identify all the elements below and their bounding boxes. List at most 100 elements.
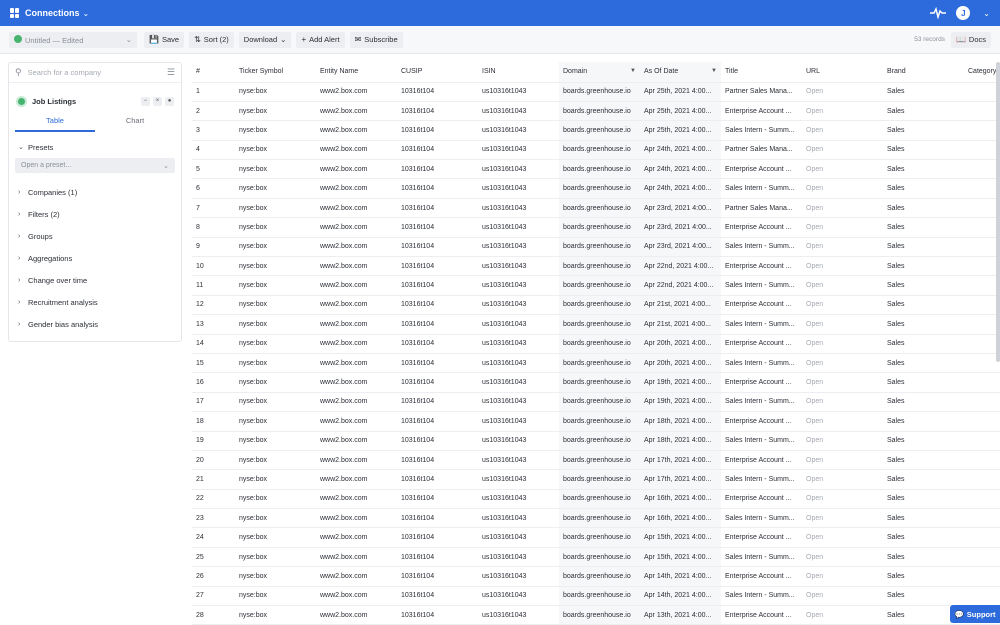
section-recruitment-analysis[interactable]: › Recruitment analysis xyxy=(9,291,181,313)
section-filters[interactable]: › Filters (2) xyxy=(9,203,181,225)
url-link[interactable]: Open xyxy=(802,159,883,180)
table-row[interactable]: 12 nyse:box www2.box.com 10316t104 us10316t1… xyxy=(192,295,1000,316)
table-row[interactable]: 3 nyse:box www2.box.com 10316t104 us10316t10… xyxy=(192,120,1000,141)
table-row[interactable]: 6 nyse:box www2.box.com 10316t104 us10316t10… xyxy=(192,178,1000,199)
preset-select[interactable]: Open a preset... ⌄ xyxy=(15,158,175,173)
url-link[interactable]: Open xyxy=(802,275,883,296)
table-row[interactable]: 20 nyse:box www2.box.com 10316t104 us10316t1… xyxy=(192,450,1000,471)
url-link[interactable]: Open xyxy=(802,586,883,607)
table-row[interactable]: 22 nyse:box www2.box.com 10316t104 us10316t1… xyxy=(192,489,1000,510)
url-link[interactable]: Open xyxy=(802,566,883,587)
column-header[interactable]: ISIN xyxy=(478,62,559,83)
activity-pulse-icon[interactable] xyxy=(930,7,947,19)
table-row[interactable]: 9 nyse:box www2.box.com 10316t104 us10316t10… xyxy=(192,237,1000,258)
table-row[interactable]: 7 nyse:box www2.box.com 10316t104 us10316t10… xyxy=(192,198,1000,219)
url-link[interactable]: Open xyxy=(802,527,883,548)
column-header-domain[interactable]: Domain ▼ xyxy=(559,62,640,83)
table-row[interactable]: 11 nyse:box www2.box.com 10316t104 us10316t1… xyxy=(192,275,1000,296)
tab-table[interactable]: Table xyxy=(15,112,95,132)
document-selector[interactable]: Untitled — Edited ⌄ xyxy=(9,31,137,48)
sort-button[interactable]: ⇅ Sort (2) xyxy=(189,31,234,48)
table-row[interactable]: 1 nyse:box www2.box.com 10316t104 us10316t10… xyxy=(192,82,1000,102)
url-link[interactable]: Open xyxy=(802,198,883,219)
url-link[interactable]: Open xyxy=(802,508,883,529)
url-link[interactable]: Open xyxy=(802,450,883,471)
url-link[interactable]: Open xyxy=(802,140,883,161)
url-link[interactable]: Open xyxy=(802,372,883,393)
docs-button[interactable]: 📖 Docs xyxy=(950,31,991,48)
table-row[interactable]: 27 nyse:box www2.box.com 10316t104 us10316t1… xyxy=(192,586,1000,607)
url-link[interactable]: Open xyxy=(802,178,883,199)
url-link[interactable]: Open xyxy=(802,295,883,316)
url-link[interactable]: Open xyxy=(802,547,883,568)
column-header[interactable]: # xyxy=(192,62,235,83)
category-cell xyxy=(964,392,1000,413)
url-link[interactable]: Open xyxy=(802,392,883,413)
url-link[interactable]: Open xyxy=(802,237,883,258)
url-link[interactable]: Open xyxy=(802,256,883,277)
url-link[interactable]: Open xyxy=(802,217,883,238)
column-header[interactable]: URL xyxy=(802,62,883,83)
table-row[interactable]: 15 nyse:box www2.box.com 10316t104 us10316t1… xyxy=(192,353,1000,374)
table-row[interactable]: 10 nyse:box www2.box.com 10316t104 us10316t1… xyxy=(192,256,1000,277)
support-button[interactable]: 💬 Support xyxy=(950,605,1000,623)
table-row[interactable]: 5 nyse:box www2.box.com 10316t104 us10316t10… xyxy=(192,159,1000,180)
table-row[interactable]: 14 nyse:box www2.box.com 10316t104 us10316t1… xyxy=(192,334,1000,354)
more-icon[interactable]: ● xyxy=(165,96,174,106)
section-groups[interactable]: › Groups xyxy=(9,225,181,247)
url-link[interactable]: Open xyxy=(802,82,883,102)
subscribe-button[interactable]: ✉ Subscribe xyxy=(349,31,403,48)
column-header[interactable]: Ticker Symbol xyxy=(235,62,316,83)
table-row[interactable]: 23 nyse:box www2.box.com 10316t104 us10316t1… xyxy=(192,508,1000,529)
section-gender-bias-analysis[interactable]: › Gender bias analysis xyxy=(9,313,181,335)
user-avatar[interactable]: J xyxy=(956,6,971,20)
tab-chart[interactable]: Chart xyxy=(95,112,175,132)
table-row[interactable]: 13 nyse:box www2.box.com 10316t104 us10316t1… xyxy=(192,314,1000,335)
table-row[interactable]: 26 nyse:box www2.box.com 10316t104 us10316t1… xyxy=(192,566,1000,587)
close-icon[interactable]: × xyxy=(153,96,162,106)
chevron-down-icon[interactable]: ⌄ xyxy=(83,9,90,18)
save-button[interactable]: 💾 Save xyxy=(144,31,185,48)
column-header[interactable]: Category xyxy=(964,62,1000,83)
column-header[interactable]: CUSIP xyxy=(397,62,478,83)
download-button[interactable]: Download ⌄ xyxy=(238,31,292,48)
url-link[interactable]: Open xyxy=(802,489,883,510)
url-link[interactable]: Open xyxy=(802,605,883,625)
table-row[interactable]: 24 nyse:box www2.box.com 10316t104 us10316t1… xyxy=(192,527,1000,548)
app-grid-icon[interactable] xyxy=(10,8,20,18)
url-link[interactable]: Open xyxy=(802,411,883,432)
table-row[interactable]: 4 nyse:box www2.box.com 10316t104 us10316t10… xyxy=(192,140,1000,161)
company-search[interactable]: ⚲ Search for a company ☰ xyxy=(9,63,181,83)
section-companies[interactable]: › Companies (1) xyxy=(9,181,181,203)
column-header-as-of-date[interactable]: As Of Date ▼ xyxy=(640,62,721,83)
app-title[interactable]: Connections xyxy=(25,8,80,18)
table-row[interactable]: 18 nyse:box www2.box.com 10316t104 us10316t1… xyxy=(192,411,1000,432)
vertical-scrollbar[interactable] xyxy=(996,62,1000,362)
table-row[interactable]: 25 nyse:box www2.box.com 10316t104 us10316t1… xyxy=(192,547,1000,568)
table-row[interactable]: 17 nyse:box www2.box.com 10316t104 us10316t1… xyxy=(192,392,1000,413)
url-link[interactable]: Open xyxy=(802,469,883,490)
add-alert-button[interactable]: + Add Alert xyxy=(296,31,345,48)
url-link[interactable]: Open xyxy=(802,120,883,141)
menu-icon[interactable]: ☰ xyxy=(167,67,175,78)
table-row[interactable]: 28 nyse:box www2.box.com 10316t104 us10316t1… xyxy=(192,605,1000,625)
section-aggregations[interactable]: › Aggregations xyxy=(9,247,181,269)
column-header[interactable]: Entity Name xyxy=(316,62,397,83)
url-link[interactable]: Open xyxy=(802,314,883,335)
section-change-over-time[interactable]: › Change over time xyxy=(9,269,181,291)
url-link[interactable]: Open xyxy=(802,431,883,451)
url-link[interactable]: Open xyxy=(802,334,883,354)
column-header[interactable]: Title xyxy=(721,62,802,83)
table-row[interactable]: 2 nyse:box www2.box.com 10316t104 us10316t10… xyxy=(192,101,1000,122)
table-row[interactable]: 21 nyse:box www2.box.com 10316t104 us10316t1… xyxy=(192,469,1000,490)
search-input[interactable]: Search for a company xyxy=(28,68,101,77)
table-row[interactable]: 8 nyse:box www2.box.com 10316t104 us10316t10… xyxy=(192,217,1000,238)
table-row[interactable]: 16 nyse:box www2.box.com 10316t104 us10316t1… xyxy=(192,372,1000,393)
url-link[interactable]: Open xyxy=(802,101,883,122)
avatar-chevron-icon[interactable]: ⌄ xyxy=(983,9,990,18)
minimize-icon[interactable]: − xyxy=(141,96,150,106)
table-row[interactable]: 19 nyse:box www2.box.com 10316t104 us10316t1… xyxy=(192,431,1000,451)
url-link[interactable]: Open xyxy=(802,353,883,374)
presets-section[interactable]: ⌄ Presets xyxy=(9,136,181,158)
column-header[interactable]: Brand xyxy=(883,62,964,83)
